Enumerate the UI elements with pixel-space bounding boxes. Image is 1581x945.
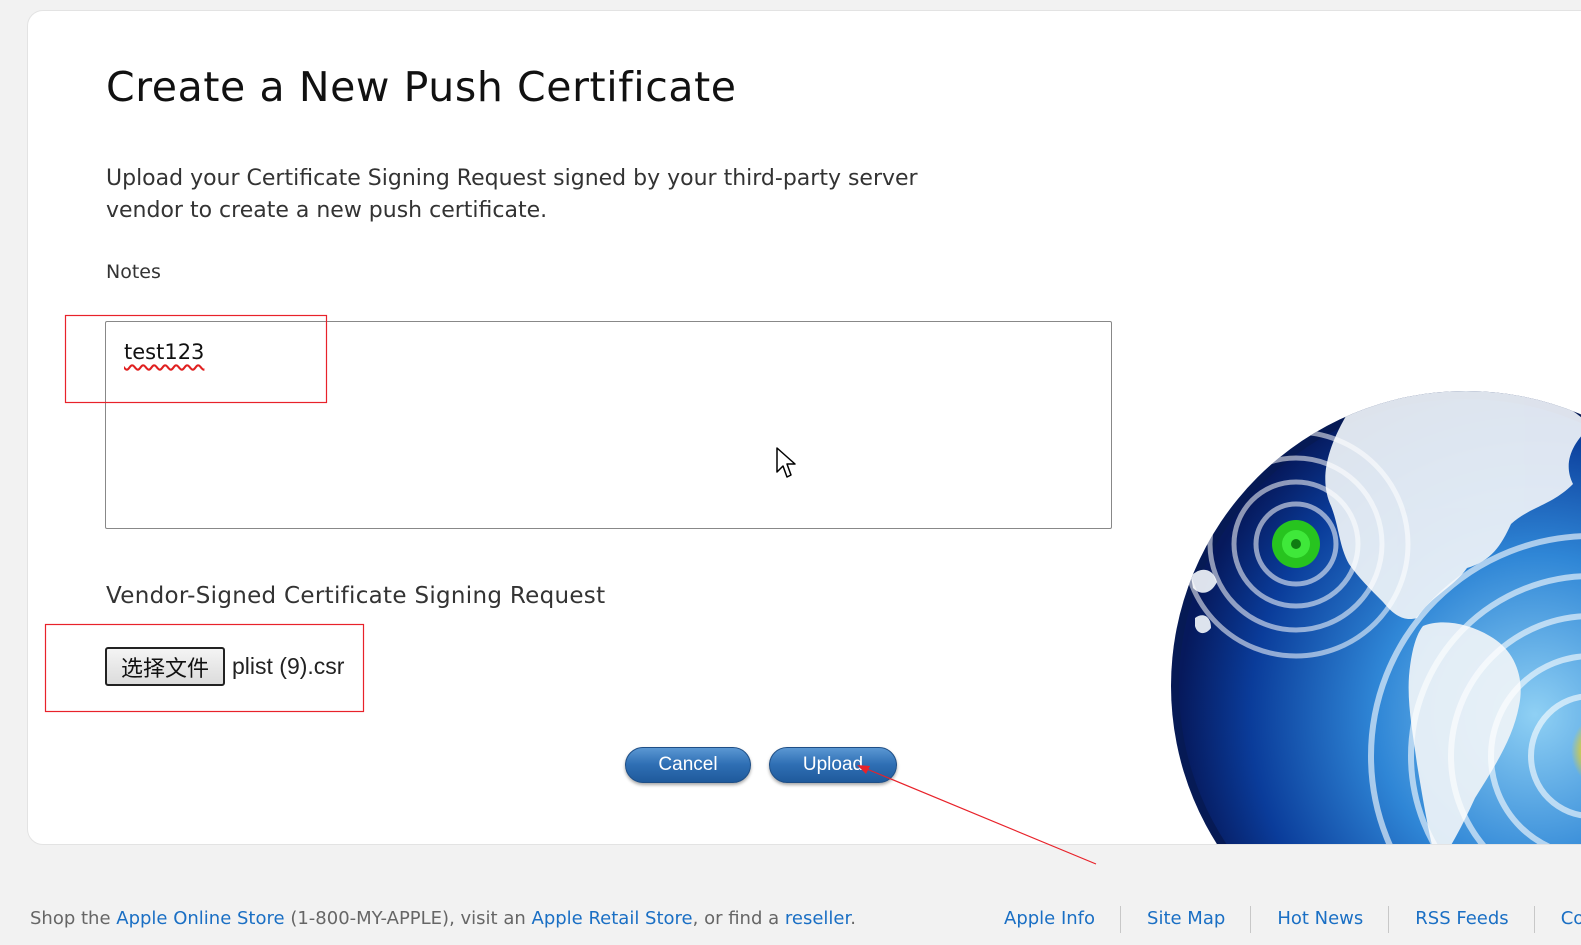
upload-button[interactable]: Upload <box>769 747 897 783</box>
footer-link-cor[interactable]: Cor <box>1533 906 1581 933</box>
apple-online-store-link[interactable]: Apple Online Store <box>116 908 284 929</box>
footer-link-rss-feeds[interactable]: RSS Feeds <box>1388 906 1533 933</box>
notes-label: Notes <box>106 261 161 283</box>
intro-text: Upload your Certificate Signing Request … <box>106 166 918 223</box>
footer-end-text: . <box>850 908 856 929</box>
footer-find-text: , or find a <box>692 908 785 929</box>
mouse-cursor-icon <box>776 447 796 478</box>
footer-shop-text: Shop the Apple Online Store (1-800-MY-AP… <box>30 908 856 929</box>
footer-shop-prefix: Shop the <box>30 908 117 929</box>
csr-label: Vendor-Signed Certificate Signing Reques… <box>106 583 606 609</box>
notes-textarea[interactable]: test123 <box>105 321 1112 529</box>
choose-file-button[interactable]: 选择文件 <box>105 647 225 686</box>
footer-link-apple-info[interactable]: Apple Info <box>978 906 1120 933</box>
main-card: Create a New Push Certificate Upload you… <box>27 10 1581 845</box>
notes-value: test123 <box>124 340 205 364</box>
reseller-link[interactable]: reseller <box>785 908 850 929</box>
cancel-button[interactable]: Cancel <box>625 747 751 783</box>
footer-link-site-map[interactable]: Site Map <box>1120 906 1250 933</box>
footer-link-hot-news[interactable]: Hot News <box>1250 906 1388 933</box>
footer-nav: Apple Info Site Map Hot News RSS Feeds C… <box>978 906 1581 933</box>
footer: Shop the Apple Online Store (1-800-MY-AP… <box>0 906 1581 936</box>
footer-phone-text: (1-800-MY-APPLE), visit an <box>284 908 532 929</box>
page-title: Create a New Push Certificate <box>106 63 737 111</box>
file-input[interactable]: 选择文件 plist (9).csr <box>105 647 344 686</box>
globe-icon <box>1171 391 1581 844</box>
apple-retail-store-link[interactable]: Apple Retail Store <box>532 908 693 929</box>
selected-file-name: plist (9).csr <box>232 653 345 679</box>
